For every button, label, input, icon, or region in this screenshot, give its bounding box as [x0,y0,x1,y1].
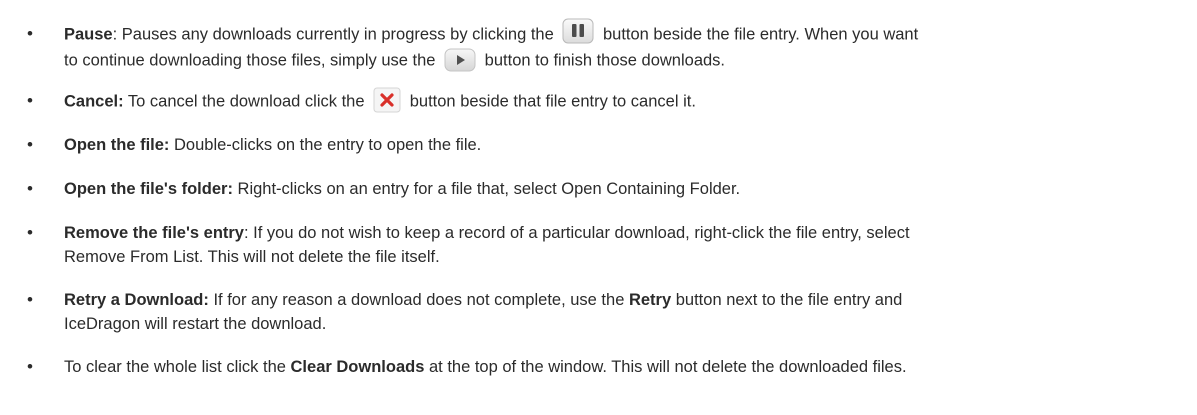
item-text: To clear the whole list click the Clear … [64,358,907,376]
play-icon [444,47,476,73]
retry-label: Retry [628,291,672,309]
item-title: Open the file: [64,136,170,154]
bullet: • [27,223,33,242]
bullet: • [27,91,33,110]
item-title: Cancel: [64,92,124,111]
item-title: Pause [64,25,113,44]
item-text: Remove the file's entry: If you do not w… [64,224,910,266]
item-title: Retry a Download: [64,291,209,309]
bullet: • [27,24,33,43]
item-text: Cancel: To cancel the download click the… [64,87,1174,115]
item-text: Open the file's folder: Right-clicks on … [64,180,741,198]
pause-icon [562,18,594,44]
bullet: • [27,135,33,154]
bullet: • [27,179,33,198]
item-title: Open the file's folder: [64,180,233,198]
item-text: Open the file: Double-clicks on the entr… [64,136,482,154]
bullet: • [27,290,33,309]
item-text: Pause: Pauses any downloads currently in… [64,18,1174,74]
cancel-icon [373,87,401,113]
item-text: Retry a Download: If for any reason a do… [64,291,903,333]
clear-downloads-label: Clear Downloads [290,358,425,376]
item-title: Remove the file's entry [64,224,244,242]
bullet: • [27,357,33,376]
